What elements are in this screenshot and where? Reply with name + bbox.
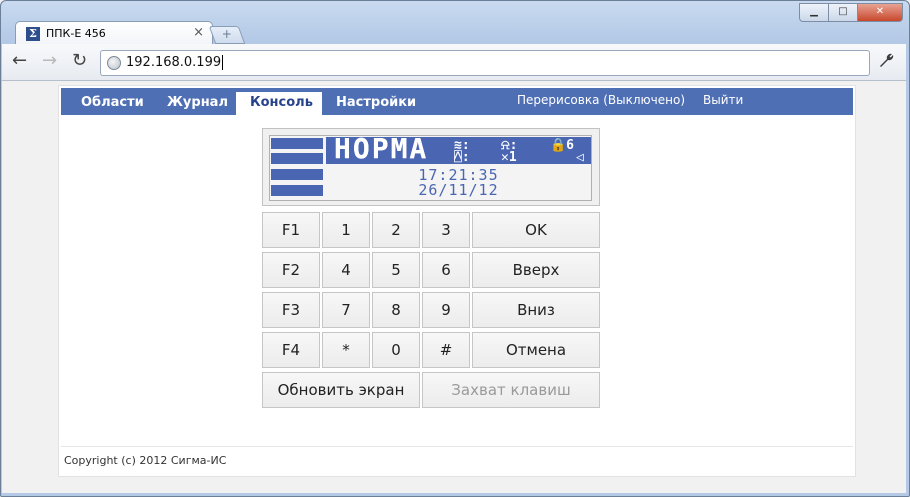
capture-keys-button[interactable]: Захват клавиш [422,372,600,408]
key-4[interactable]: 4 [322,252,370,288]
plus-icon: + [221,27,232,41]
reload-icon[interactable]: ↻ [72,52,87,70]
key-7[interactable]: 7 [322,292,370,328]
lcd-bar [271,153,323,164]
lcd-bar [271,169,323,180]
key-f1[interactable]: F1 [262,212,320,248]
page-viewport: Области Журнал Консоль Настройки Перерис… [2,81,906,493]
tab-title: ППК-Е 456 [46,27,106,40]
logout-link[interactable]: Выйти (администратор) [703,88,853,131]
window-controls: ▁ □ ✕ [799,3,903,22]
menu-areas[interactable]: Области [67,88,158,115]
key-5[interactable]: 5 [372,252,420,288]
key-ok[interactable]: OK [472,212,600,248]
speaker-icon: ◁ [576,150,584,165]
key-f2[interactable]: F2 [262,252,320,288]
address-bar[interactable]: 192.168.0.199 [100,50,870,76]
lcd-display: НОРМА ≋: ⍓: ⍾: ✕1 🔒6 ◁ 17:21:35 26/11/12 [269,132,592,201]
browser-toolbar: ← → ↻ 192.168.0.199 [2,44,906,81]
menu-journal[interactable]: Журнал [153,88,242,115]
back-arrow-icon[interactable]: ← [12,52,27,70]
forward-arrow-icon[interactable]: → [42,52,57,70]
footer-divider [61,446,853,447]
address-text[interactable]: 192.168.0.199 [126,55,224,70]
key-0[interactable]: 0 [372,332,420,368]
lcd-symbol-2: ⍓: [454,150,470,165]
key-1[interactable]: 1 [322,212,370,248]
globe-icon [107,56,121,70]
maximize-button[interactable]: □ [828,3,858,22]
copyright-text: Copyright (c) 2012 Сигма-ИС [64,454,227,467]
menu-settings[interactable]: Настройки [322,88,430,115]
menu-console[interactable]: Консоль [236,92,322,115]
key-6[interactable]: 6 [422,252,470,288]
close-tab-icon[interactable]: × [193,26,204,40]
redraw-toggle-link[interactable]: Перерисовка (Выключено) [517,88,685,115]
lcd-symbol-3: ✕1 [501,150,517,165]
new-tab-button[interactable]: + [208,26,246,44]
lcd-date: 26/11/12 [418,181,499,199]
lcd-status-area: НОРМА ≋: ⍓: ⍾: ✕1 🔒6 ◁ [326,132,591,165]
close-window-button[interactable]: ✕ [857,3,903,22]
key-2[interactable]: 2 [372,212,420,248]
key-cancel[interactable]: Отмена [472,332,600,368]
key-f3[interactable]: F3 [262,292,320,328]
sigma-icon: Σ [26,27,40,41]
key-f4[interactable]: F4 [262,332,320,368]
page-content: Области Журнал Консоль Настройки Перерис… [58,85,856,477]
refresh-screen-button[interactable]: Обновить экран [262,372,420,408]
key-down[interactable]: Вниз [472,292,600,328]
lcd-bar [271,138,323,149]
key-9[interactable]: 9 [422,292,470,328]
key-hash[interactable]: # [422,332,470,368]
key-up[interactable]: Вверх [472,252,600,288]
top-menu: Области Журнал Консоль Настройки Перерис… [61,88,853,131]
wrench-icon[interactable] [878,51,896,74]
key-3[interactable]: 3 [422,212,470,248]
lcd-bar [271,185,323,196]
browser-tab[interactable]: Σ ППК-Е 456 × [15,21,213,46]
key-star[interactable]: * [322,332,370,368]
minimize-button[interactable]: ▁ [799,3,829,22]
lcd-status-text: НОРМА [334,132,429,165]
key-8[interactable]: 8 [372,292,420,328]
lcd-symbol-4: 🔒6 [550,138,575,153]
lcd-frame: НОРМА ≋: ⍓: ⍾: ✕1 🔒6 ◁ 17:21:35 26/11/12 [262,128,600,206]
